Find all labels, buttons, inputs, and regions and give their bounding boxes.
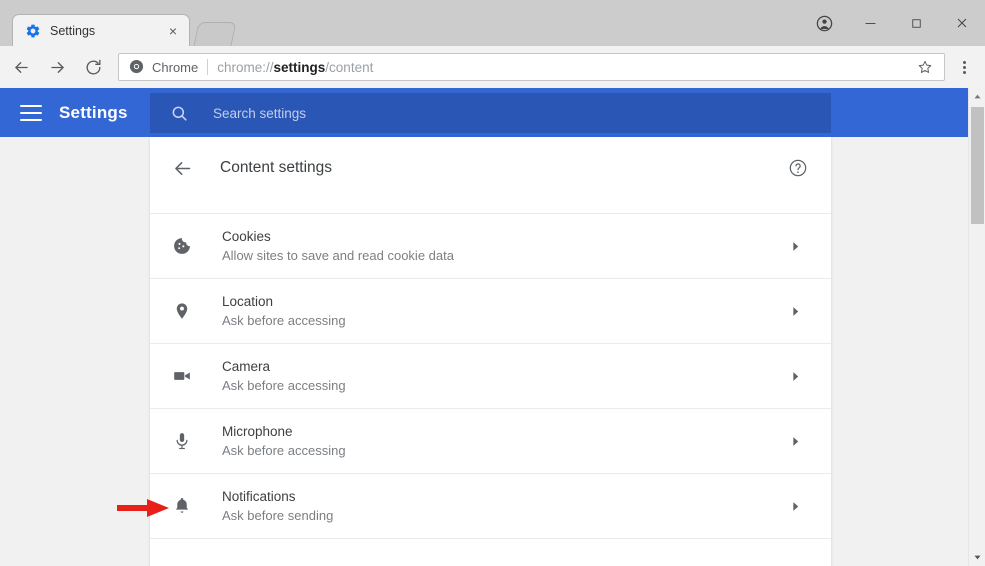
content-setting-row-location[interactable]: Location Ask before accessing [150, 278, 831, 343]
scrollbar-thumb[interactable] [971, 107, 984, 224]
row-text: Notifications Ask before sending [222, 487, 783, 525]
row-title: Cookies [222, 229, 271, 244]
back-arrow-icon[interactable] [170, 156, 194, 180]
row-subtitle: Allow sites to save and read cookie data [222, 248, 454, 263]
menu-dot [962, 60, 966, 64]
card-header: Content settings [150, 137, 831, 199]
row-title: Location [222, 294, 274, 309]
main-menu-icon[interactable] [20, 104, 42, 121]
maximize-button[interactable] [893, 0, 939, 46]
bookmark-star-icon[interactable] [914, 59, 936, 75]
row-subtitle: Ask before accessing [222, 378, 346, 393]
row-title: Microphone [222, 424, 293, 439]
new-tab-button[interactable] [193, 22, 237, 46]
microphone-icon [170, 431, 194, 451]
forward-arrow-icon[interactable] [42, 52, 72, 82]
window-controls [801, 0, 985, 46]
title-bar: Settings × [0, 0, 985, 46]
row-text: Cookies Allow sites to save and read coo… [222, 227, 783, 265]
content-setting-row-microphone[interactable]: Microphone Ask before accessing [150, 408, 831, 473]
tab-close-icon[interactable]: × [165, 23, 181, 39]
row-text: JavaScript [222, 562, 783, 566]
chevron-right-icon[interactable] [783, 305, 807, 318]
page-scrollbar[interactable] [968, 88, 985, 566]
menu-dot [962, 70, 966, 74]
settings-title: Settings [59, 102, 128, 122]
content-setting-row-cookies[interactable]: Cookies Allow sites to save and read coo… [150, 213, 831, 278]
row-subtitle: Ask before sending [222, 508, 334, 523]
content-setting-row-notifications[interactable]: Notifications Ask before sending [150, 473, 831, 538]
bell-icon [170, 496, 194, 516]
tab-title: Settings [50, 23, 96, 38]
row-subtitle: Ask before accessing [222, 313, 346, 328]
camera-icon [170, 366, 194, 386]
settings-page: Settings Search settings Content setting… [0, 88, 985, 566]
card-spacer [150, 199, 831, 213]
url-highlighted: settings [273, 59, 326, 75]
page-title: Content settings [220, 159, 333, 176]
close-window-button[interactable] [939, 0, 985, 46]
row-text: Microphone Ask before accessing [222, 422, 783, 460]
search-icon [170, 104, 189, 123]
settings-gear-icon [25, 23, 41, 39]
profile-avatar-icon[interactable] [801, 0, 847, 46]
menu-dot [962, 65, 966, 69]
three-dot-menu-icon[interactable] [949, 52, 979, 82]
search-placeholder: Search settings [213, 105, 307, 121]
scroll-up-arrow-icon[interactable] [969, 88, 985, 105]
content-setting-row-camera[interactable]: Camera Ask before accessing [150, 343, 831, 408]
help-circle-icon[interactable] [787, 157, 809, 179]
url-suffix: /content [325, 59, 374, 75]
security-chip-label: Chrome [152, 59, 199, 75]
minimize-button[interactable] [847, 0, 893, 46]
scroll-down-arrow-icon[interactable] [969, 549, 985, 566]
url-prefix: chrome:// [217, 59, 274, 75]
content-settings-card: Content settings Cookies Allow sites to … [150, 137, 831, 566]
browser-toolbar: Chrome chrome://settings/content [0, 46, 985, 88]
url-text: chrome://settings/content [217, 60, 914, 75]
cookie-icon [170, 236, 194, 256]
reload-icon[interactable] [78, 52, 108, 82]
address-bar[interactable]: Chrome chrome://settings/content [118, 53, 945, 81]
chevron-right-icon[interactable] [783, 435, 807, 448]
row-title: Notifications [222, 489, 296, 504]
row-text: Camera Ask before accessing [222, 357, 783, 395]
omnibox-divider [207, 59, 209, 75]
chevron-right-icon[interactable] [783, 240, 807, 253]
javascript-icon [170, 561, 194, 566]
browser-window: Settings × Chrome chrome://settings/cont… [0, 0, 985, 566]
settings-top-bar: Settings Search settings [0, 88, 971, 137]
content-setting-row-javascript[interactable]: JavaScript [150, 538, 831, 566]
chevron-right-icon[interactable] [783, 370, 807, 383]
chevron-right-icon[interactable] [783, 500, 807, 513]
row-text: Location Ask before accessing [222, 292, 783, 330]
row-subtitle: Ask before accessing [222, 443, 346, 458]
back-arrow-icon[interactable] [6, 52, 36, 82]
search-settings-input[interactable]: Search settings [150, 93, 831, 133]
browser-tab-settings[interactable]: Settings × [12, 14, 190, 46]
chrome-logo-icon [129, 59, 145, 75]
location-pin-icon [170, 301, 194, 321]
row-title: Camera [222, 359, 271, 374]
